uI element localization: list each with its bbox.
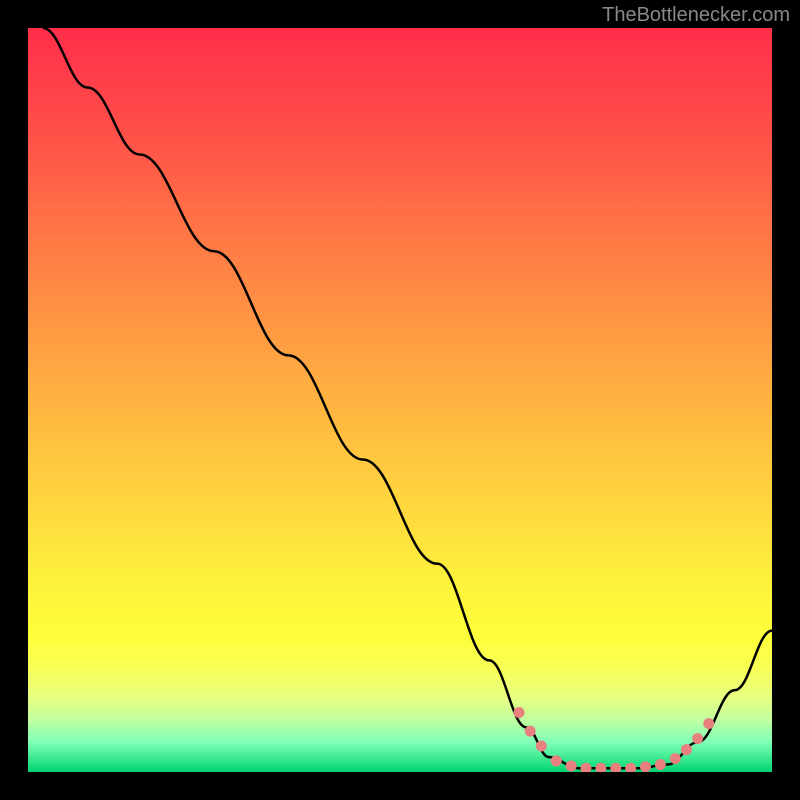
highlight-marker [640,761,651,772]
highlight-marker [536,740,547,751]
highlight-marker [525,726,536,737]
highlight-marker [681,744,692,755]
chart-svg [28,28,772,772]
highlight-marker [670,753,681,764]
highlight-marker [610,763,621,772]
highlight-marker [595,763,606,772]
attribution-text: TheBottlenecker.com [602,4,790,27]
highlight-marker [625,763,636,772]
highlight-marker [566,761,577,772]
highlight-markers-group [514,707,715,772]
bottleneck-curve-path [43,28,772,768]
highlight-marker [692,733,703,744]
highlight-marker [655,759,666,770]
highlight-marker [581,763,592,772]
curve-group [43,28,772,772]
highlight-marker [514,707,525,718]
chart-plot-area [28,28,772,772]
highlight-marker [551,755,562,766]
highlight-marker [703,718,714,729]
